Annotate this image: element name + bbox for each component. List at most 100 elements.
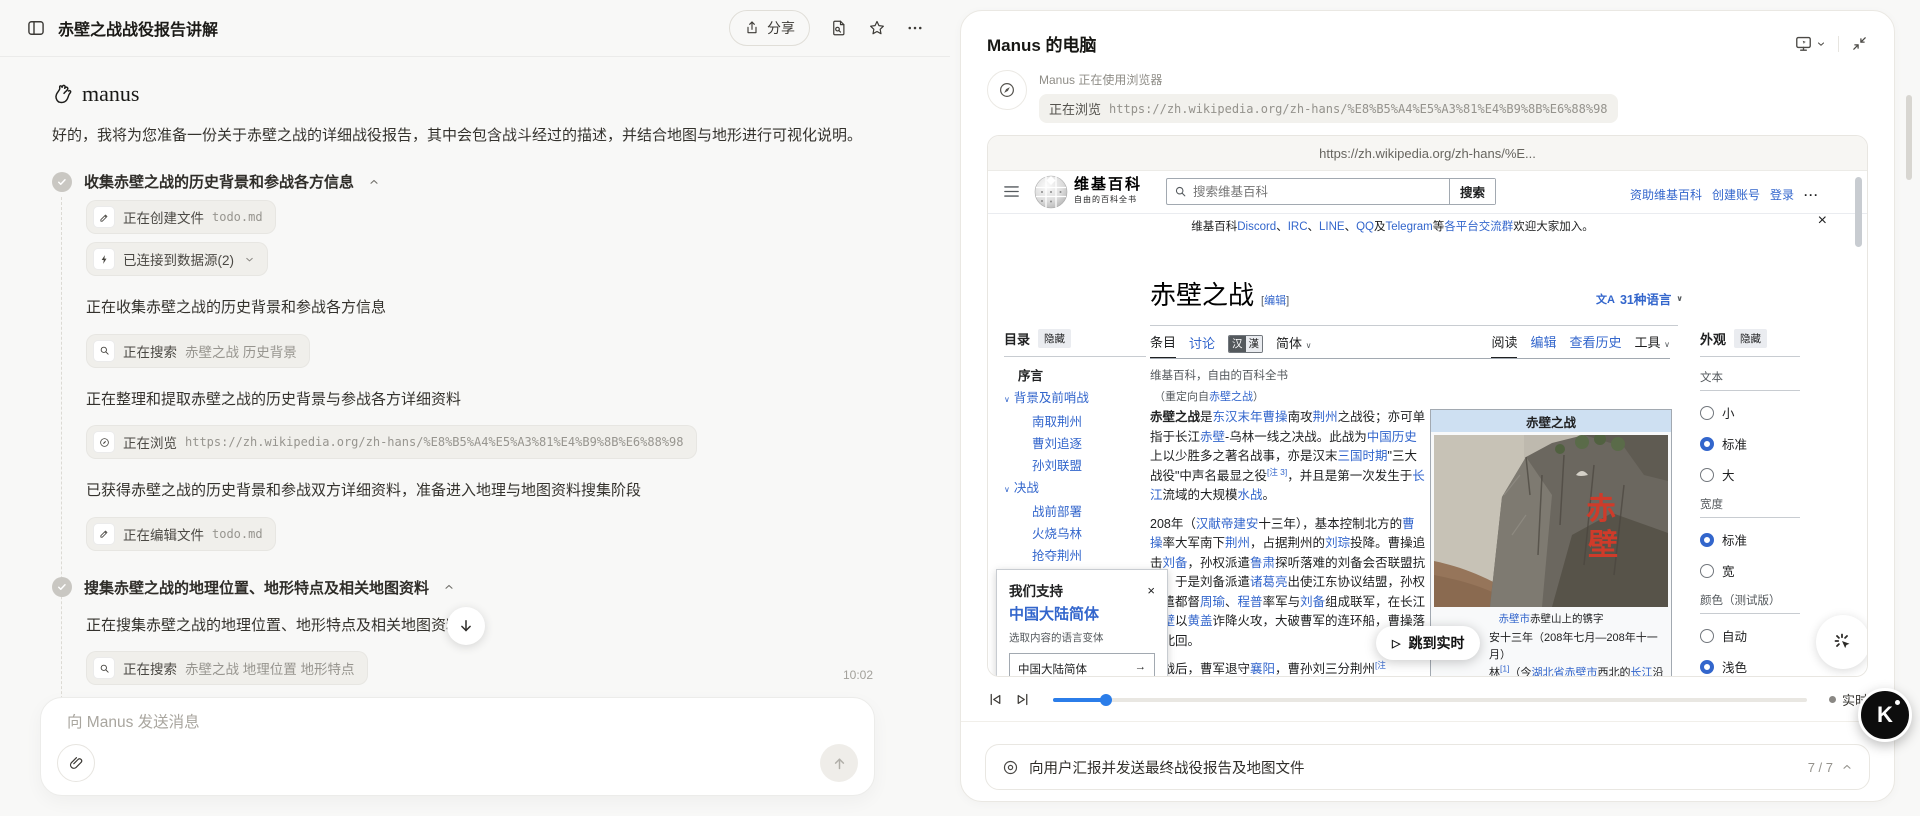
file-search-button[interactable]: [830, 19, 848, 37]
radio-width-standard[interactable]: 标准: [1700, 530, 1800, 549]
chevron-up-icon: [443, 581, 455, 593]
appearance-hide-button[interactable]: 隐藏: [1734, 329, 1768, 348]
chip-file: todo.md: [212, 526, 263, 541]
radio-width-wide[interactable]: 宽: [1700, 561, 1800, 580]
wikipedia-wordmark[interactable]: 维基百科 自由的百科全书: [1074, 178, 1142, 204]
tool-chip-search[interactable]: 正在搜索 赤壁之战 历史背景: [86, 333, 310, 368]
popup-option-label: 中国大陆简体: [1018, 664, 1087, 676]
sidebar-toggle-icon[interactable]: [26, 18, 46, 38]
radio-icon: [1700, 405, 1714, 420]
tab-talk[interactable]: 讨论: [1189, 333, 1215, 358]
monitor-select-button[interactable]: [1794, 34, 1826, 53]
toc-item[interactable]: 孙刘联盟: [1004, 455, 1146, 477]
chip-url: https://zh.wikipedia.org/zh-hans/%E8%B5%…: [1109, 101, 1608, 116]
chip-action: 正在搜索: [123, 344, 177, 360]
chip-action: 正在浏览: [1049, 102, 1102, 117]
progress-fill: [1053, 693, 1112, 706]
popup-variant-option[interactable]: 中国大陆简体 →: [1009, 653, 1155, 676]
wiki-scrollbar-thumb[interactable]: [1855, 177, 1862, 247]
skip-to-start-button[interactable]: [987, 691, 1004, 708]
notice-close-button[interactable]: ×: [1812, 211, 1833, 231]
skip-to-end-button[interactable]: [1014, 691, 1031, 708]
search-icon: [93, 339, 115, 362]
toc-item[interactable]: 抢夺荆州: [1004, 545, 1146, 567]
wiki-edit-link[interactable]: [编辑]: [1261, 295, 1289, 307]
agent-cursor-indicator: [1816, 615, 1867, 669]
wikipedia-globe-logo[interactable]: [1034, 175, 1068, 209]
toc-item[interactable]: 序言: [1004, 365, 1146, 387]
current-task-bar[interactable]: 向用户汇报并发送最终战役报告及地图文件 7 / 7: [985, 744, 1870, 790]
radio-color-light[interactable]: 浅色: [1700, 657, 1800, 676]
variant-hant: 漢: [1245, 335, 1263, 352]
radio-text-small[interactable]: 小: [1700, 403, 1800, 422]
wiki-search-input[interactable]: [1187, 183, 1449, 200]
toc-item[interactable]: 战前部署: [1004, 501, 1146, 523]
variant-hans: 汉: [1229, 335, 1246, 352]
browser-address-bar[interactable]: https://zh.wikipedia.org/zh-hans/%E...: [988, 136, 1867, 171]
radio-text-standard[interactable]: 标准: [1700, 434, 1800, 453]
task-section-2-header[interactable]: 搜集赤壁之战的地理位置、地形特点及相关地图资料: [52, 577, 890, 598]
assistant-brand: manus: [52, 81, 890, 107]
tool-chip-search[interactable]: 正在搜索 赤壁之战 地理位置 地形特点: [86, 651, 368, 686]
wiki-language-selector[interactable]: 文A 31种语言 ∨: [1596, 289, 1683, 308]
tab-edit[interactable]: 编辑: [1530, 332, 1556, 358]
task-section-2-body: 正在搜集赤壁之战的地理位置、地形特点及相关地图资料 正在搜索 赤壁之战 地理位置…: [86, 613, 890, 690]
radio-icon: [1700, 628, 1714, 643]
toc-hide-button[interactable]: 隐藏: [1038, 329, 1072, 348]
attach-button[interactable]: [57, 744, 95, 782]
toc-item[interactable]: 火烧乌林: [1004, 523, 1146, 545]
inscription-char-1: 赤: [1586, 493, 1616, 526]
file-search-icon: [830, 19, 848, 37]
toc-item[interactable]: ∨ 决战: [1004, 477, 1146, 501]
arrow-down-icon: [457, 617, 475, 635]
wiki-more-menu[interactable]: ···: [1804, 188, 1819, 202]
toc-item[interactable]: 南取荆州: [1004, 411, 1146, 433]
pencil-icon: [93, 522, 115, 545]
send-button[interactable]: [820, 744, 858, 782]
task-step: 正在整理和提取赤壁之战的历史背景与参战各方详细资料: [86, 390, 462, 408]
toc-heading: 目录: [1004, 332, 1031, 347]
tool-chip-browse[interactable]: 正在浏览 https://zh.wikipedia.org/zh-hans/%E…: [86, 425, 697, 460]
tool-chip-create-file[interactable]: 正在创建文件 todo.md: [86, 200, 276, 235]
popup-description: 选取内容的语言变体: [1009, 632, 1104, 644]
click-cursor-icon: [1831, 630, 1855, 654]
popup-title: 我们支持: [1009, 584, 1063, 599]
skip-start-icon: [987, 691, 1004, 708]
wiki-link-create-account[interactable]: 创建账号: [1712, 186, 1760, 203]
popup-close-button[interactable]: ×: [1147, 583, 1155, 598]
progress-knob[interactable]: [1099, 693, 1112, 706]
window-scrollbar-thumb[interactable]: [1906, 95, 1912, 180]
replay-progress-slider[interactable]: [1053, 693, 1807, 706]
toc-item[interactable]: 曹刘追逐: [1004, 433, 1146, 455]
toc-item[interactable]: ∨ 背景及前哨战: [1004, 387, 1146, 411]
hamburger-menu-icon[interactable]: [1004, 185, 1019, 198]
jump-to-live-button[interactable]: ▷ 跳到实时: [1376, 626, 1481, 660]
k-floating-widget[interactable]: K: [1858, 688, 1912, 742]
wiki-link-login[interactable]: 登录: [1770, 186, 1794, 203]
share-button[interactable]: 分享: [729, 10, 810, 46]
tab-read[interactable]: 阅读: [1491, 332, 1518, 358]
variant-converter-icon[interactable]: 汉漢: [1228, 334, 1264, 353]
wiki-link-donate[interactable]: 资助维基百科: [1630, 186, 1702, 203]
infobox-photo[interactable]: 赤 壁: [1434, 435, 1668, 607]
tool-chip-datasource[interactable]: 已连接到数据源(2): [86, 242, 268, 277]
chevron-down-icon: [1816, 39, 1826, 49]
tab-tools[interactable]: 工具 ∨: [1635, 332, 1671, 358]
wiki-search-button[interactable]: 搜索: [1449, 179, 1495, 204]
message-input[interactable]: [65, 713, 709, 733]
tab-article[interactable]: 条目: [1150, 332, 1177, 358]
task-section-title: 收集赤壁之战的历史背景和参战各方信息: [84, 174, 355, 192]
collapse-panel-button[interactable]: [1851, 35, 1868, 52]
task-section-1-body: 正在创建文件 todo.md 已连接到数据源(2) 正在收集赤壁之战的历史背景和…: [86, 196, 890, 555]
tab-history[interactable]: 查看历史: [1569, 332, 1621, 358]
task-section-1-header[interactable]: 收集赤壁之战的历史背景和参战各方信息: [52, 171, 890, 192]
radio-color-auto[interactable]: 自动: [1700, 626, 1800, 645]
favorite-button[interactable]: [868, 19, 886, 37]
scroll-to-bottom-button[interactable]: [447, 607, 485, 645]
radio-text-large[interactable]: 大: [1700, 465, 1800, 484]
more-button[interactable]: [906, 19, 924, 37]
tool-chip-edit-file[interactable]: 正在编辑文件 todo.md: [86, 516, 276, 551]
browsing-url-chip[interactable]: 正在浏览 https://zh.wikipedia.org/zh-hans/%E…: [1039, 94, 1618, 123]
variant-dropdown[interactable]: 简体 ∨: [1276, 333, 1312, 358]
chevron-down-icon: ∨: [1676, 294, 1683, 303]
